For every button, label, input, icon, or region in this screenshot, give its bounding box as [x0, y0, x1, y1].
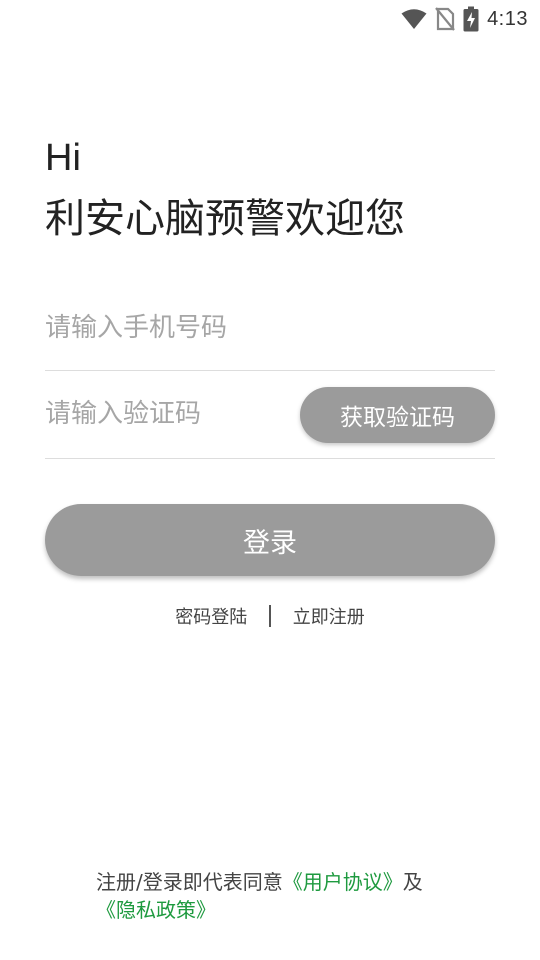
code-input[interactable]	[45, 384, 285, 444]
code-field: 获取验证码	[45, 382, 495, 459]
password-login-link[interactable]: 密码登陆	[175, 603, 247, 629]
phone-input[interactable]	[45, 298, 485, 358]
agreement-prefix: 注册/登录即代表同意	[96, 870, 283, 894]
phone-field	[45, 296, 495, 371]
greeting-hi: Hi	[45, 137, 81, 179]
register-link[interactable]: 立即注册	[293, 603, 365, 629]
status-bar: 4:13	[0, 0, 540, 36]
links-divider	[269, 605, 271, 627]
wifi-icon	[401, 8, 427, 30]
alt-login-links: 密码登陆 立即注册	[0, 603, 540, 629]
agreement-text: 注册/登录即代表同意《用户协议》及《隐私政策》	[96, 868, 456, 924]
agreement-and: 及	[402, 870, 423, 894]
battery-charging-icon	[463, 6, 479, 32]
status-icons: 4:13	[401, 6, 528, 32]
get-code-button[interactable]: 获取验证码	[300, 387, 495, 443]
status-time: 4:13	[487, 7, 528, 30]
privacy-policy-link[interactable]: 《隐私政策》	[96, 898, 216, 922]
no-sim-icon	[435, 7, 455, 31]
greeting-welcome: 利安心脑预警欢迎您	[45, 196, 405, 242]
login-button[interactable]: 登录	[45, 504, 495, 576]
user-agreement-link[interactable]: 《用户协议》	[283, 870, 403, 894]
